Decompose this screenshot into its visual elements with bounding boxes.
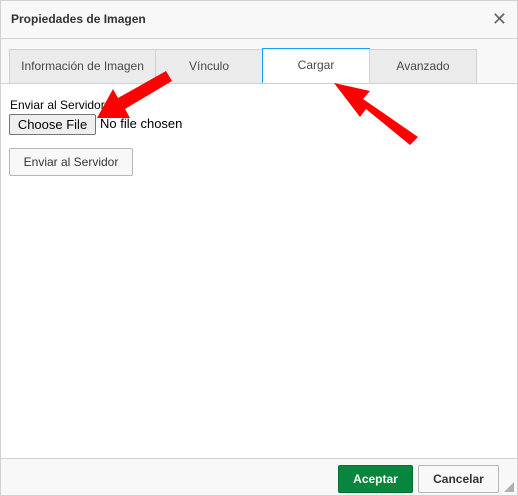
dialog-footer: Aceptar Cancelar (1, 458, 517, 495)
file-status-text: No file chosen (100, 116, 183, 131)
cancel-button[interactable]: Cancelar (418, 465, 499, 493)
dialog-title: Propiedades de Imagen (11, 12, 146, 26)
tab-advanced[interactable]: Avanzado (369, 49, 477, 83)
send-to-server-button[interactable]: Enviar al Servidor (9, 148, 133, 176)
tab-link[interactable]: Vínculo (155, 49, 263, 83)
ok-button[interactable]: Aceptar (338, 465, 413, 493)
image-properties-dialog: Propiedades de Imagen ✕ Información de I… (0, 0, 518, 496)
upload-panel: Enviar al Servidor Choose File No file c… (1, 84, 517, 458)
dialog-titlebar[interactable]: Propiedades de Imagen ✕ (1, 1, 517, 39)
tab-image-info[interactable]: Información de Imagen (9, 49, 156, 83)
tab-bar: Información de Imagen Vínculo Cargar Ava… (1, 39, 517, 84)
upload-field-label: Enviar al Servidor (10, 98, 105, 112)
choose-file-button[interactable]: Choose File (9, 114, 96, 135)
close-icon[interactable]: ✕ (492, 10, 507, 28)
tab-upload[interactable]: Cargar (262, 48, 370, 83)
resize-handle-icon[interactable] (504, 482, 514, 492)
